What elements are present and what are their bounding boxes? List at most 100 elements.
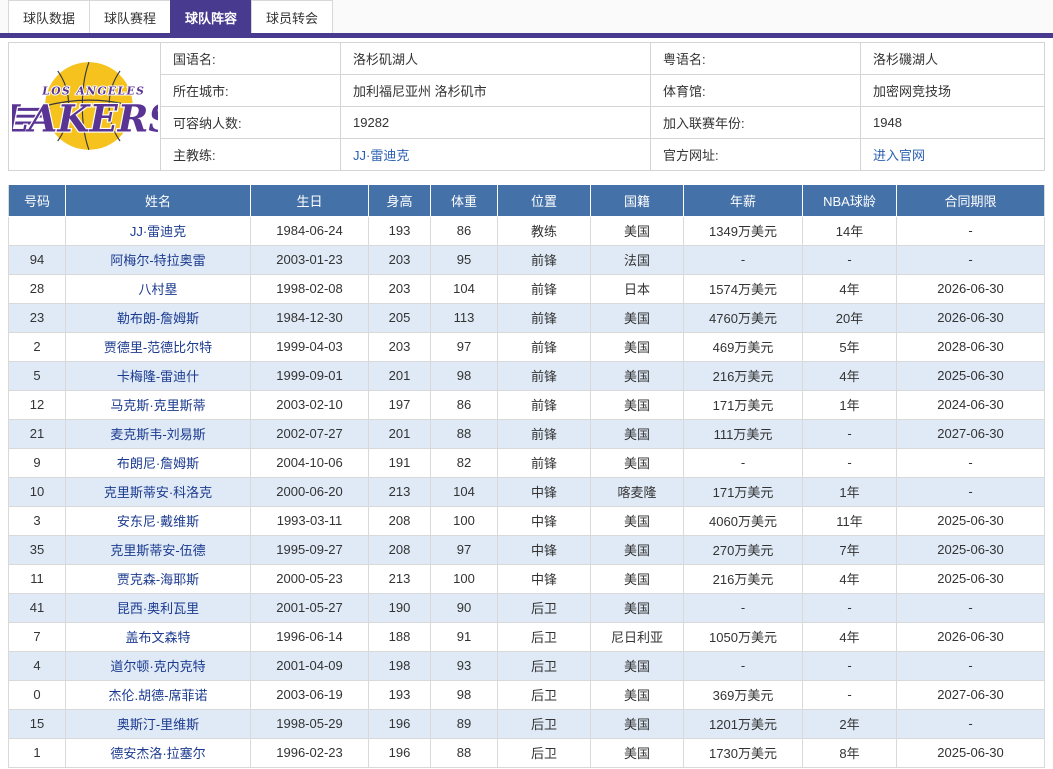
player-name-link[interactable]: JJ·雷迪克: [130, 224, 186, 239]
table-cell: 7: [9, 622, 66, 651]
table-cell: 203: [369, 274, 431, 303]
table-cell: 4年: [803, 564, 897, 593]
player-name-cell: 贾克森-海耶斯: [66, 564, 251, 593]
player-name-link[interactable]: 奥斯汀-里维斯: [117, 717, 199, 732]
table-cell: 2年: [803, 709, 897, 738]
table-row: 41昆西·奥利瓦里2001-05-2719090后卫美国---: [9, 593, 1045, 622]
info-value-joined-year: 1948: [861, 107, 1045, 139]
table-cell: 1996-02-23: [251, 738, 369, 767]
table-cell: 4760万美元: [684, 303, 803, 332]
player-name-cell: 德安杰洛·拉塞尔: [66, 738, 251, 767]
table-cell: 美国: [591, 361, 684, 390]
tab-bar: 球队数据 球队赛程 球队阵容 球员转会: [0, 0, 1053, 33]
table-cell: 日本: [591, 274, 684, 303]
player-name-link[interactable]: 八村塁: [138, 282, 177, 297]
player-name-link[interactable]: 布朗尼·詹姆斯: [117, 456, 199, 471]
table-cell: 2002-07-27: [251, 419, 369, 448]
table-cell: -: [897, 651, 1045, 680]
table-cell: 前锋: [498, 419, 591, 448]
table-cell: 后卫: [498, 593, 591, 622]
tab-player-transfers[interactable]: 球员转会: [251, 0, 333, 33]
table-cell: -: [803, 680, 897, 709]
player-name-link[interactable]: 勒布朗-詹姆斯: [117, 311, 199, 326]
table-row: 28八村塁1998-02-08203104前锋日本1574万美元4年2026-0…: [9, 274, 1045, 303]
player-name-link[interactable]: 马克斯·克里斯蒂: [110, 398, 205, 413]
roster-section: 号码姓名生日身高体重位置国籍年薪NBA球龄合同期限 JJ·雷迪克1984-06-…: [8, 185, 1045, 768]
player-name-link[interactable]: 盖布文森特: [125, 630, 190, 645]
player-name-link[interactable]: 贾德里-范德比尔特: [104, 340, 212, 355]
table-cell: 1730万美元: [684, 738, 803, 767]
table-cell: 1984-12-30: [251, 303, 369, 332]
official-site-link[interactable]: 进入官网: [873, 148, 925, 163]
table-cell: 191: [369, 448, 431, 477]
table-cell: 196: [369, 738, 431, 767]
player-name-link[interactable]: 阿梅尔-特拉奥雷: [110, 253, 205, 268]
info-value-cn-name: 洛杉矶湖人: [341, 43, 651, 75]
table-cell: 美国: [591, 419, 684, 448]
player-name-link[interactable]: 克里斯蒂安-伍德: [110, 543, 205, 558]
table-cell: 88: [431, 419, 498, 448]
table-cell: 中锋: [498, 564, 591, 593]
table-cell: 美国: [591, 303, 684, 332]
table-cell: 美国: [591, 651, 684, 680]
player-name-cell: 奥斯汀-里维斯: [66, 709, 251, 738]
table-cell: 41: [9, 593, 66, 622]
column-header: 年薪: [684, 185, 803, 216]
accent-underline-bar: [0, 33, 1053, 38]
table-cell: 9: [9, 448, 66, 477]
column-header: 国籍: [591, 185, 684, 216]
table-cell: 201: [369, 361, 431, 390]
table-cell: 2026-06-30: [897, 274, 1045, 303]
player-name-link[interactable]: 杰伦.胡德-席菲诺: [109, 688, 208, 703]
head-coach-link[interactable]: JJ·雷迪克: [353, 148, 409, 163]
table-row: 4道尔顿·克内克特2001-04-0919893后卫美国---: [9, 651, 1045, 680]
table-row: 0杰伦.胡德-席菲诺2003-06-1919398后卫美国369万美元-2027…: [9, 680, 1045, 709]
player-name-cell: 克里斯蒂安·科洛克: [66, 477, 251, 506]
table-row: JJ·雷迪克1984-06-2419386教练美国1349万美元14年-: [9, 216, 1045, 245]
player-name-link[interactable]: 安东尼·戴维斯: [117, 514, 199, 529]
table-cell: 2027-06-30: [897, 680, 1045, 709]
table-cell: 2024-06-30: [897, 390, 1045, 419]
table-cell: 10: [9, 477, 66, 506]
table-cell: 3: [9, 506, 66, 535]
table-cell: 2004-10-06: [251, 448, 369, 477]
table-cell: 469万美元: [684, 332, 803, 361]
tab-team-schedule[interactable]: 球队赛程: [89, 0, 170, 33]
table-cell: 28: [9, 274, 66, 303]
tab-team-data[interactable]: 球队数据: [8, 0, 89, 33]
table-cell: 2028-06-30: [897, 332, 1045, 361]
table-row: 7盖布文森特1996-06-1418891后卫尼日利亚1050万美元4年2026…: [9, 622, 1045, 651]
table-cell: 7年: [803, 535, 897, 564]
table-cell: 0: [9, 680, 66, 709]
table-cell: 100: [431, 506, 498, 535]
table-cell: 4年: [803, 274, 897, 303]
table-cell: 2003-01-23: [251, 245, 369, 274]
player-name-link[interactable]: 卡梅隆-雷迪什: [117, 369, 199, 384]
table-cell: 2027-06-30: [897, 419, 1045, 448]
table-cell: 1201万美元: [684, 709, 803, 738]
player-name-link[interactable]: 麦克斯韦-刘易斯: [110, 427, 205, 442]
roster-body: JJ·雷迪克1984-06-2419386教练美国1349万美元14年-94阿梅…: [9, 216, 1045, 767]
table-row: 12马克斯·克里斯蒂2003-02-1019786前锋美国171万美元1年202…: [9, 390, 1045, 419]
player-name-link[interactable]: 道尔顿·克内克特: [110, 659, 205, 674]
table-cell: 205: [369, 303, 431, 332]
table-cell: -: [803, 593, 897, 622]
player-name-link[interactable]: 德安杰洛·拉塞尔: [110, 746, 205, 761]
tab-team-roster[interactable]: 球队阵容: [170, 0, 251, 33]
column-header: 位置: [498, 185, 591, 216]
player-name-link[interactable]: 克里斯蒂安·科洛克: [104, 485, 212, 500]
table-cell: 1993-03-11: [251, 506, 369, 535]
player-name-cell: 昆西·奥利瓦里: [66, 593, 251, 622]
info-value-city: 加利福尼亚州 洛杉矶市: [341, 75, 651, 107]
table-cell: 171万美元: [684, 390, 803, 419]
table-cell: 4年: [803, 622, 897, 651]
team-logo-cell: LOS ANGELES LAKERS: [9, 43, 161, 171]
table-cell: -: [897, 245, 1045, 274]
table-row: 2贾德里-范德比尔特1999-04-0320397前锋美国469万美元5年202…: [9, 332, 1045, 361]
player-name-link[interactable]: 昆西·奥利瓦里: [117, 601, 199, 616]
player-name-link[interactable]: 贾克森-海耶斯: [117, 572, 199, 587]
table-cell: -: [803, 448, 897, 477]
table-cell: 91: [431, 622, 498, 651]
column-header: 体重: [431, 185, 498, 216]
table-cell: 1984-06-24: [251, 216, 369, 245]
